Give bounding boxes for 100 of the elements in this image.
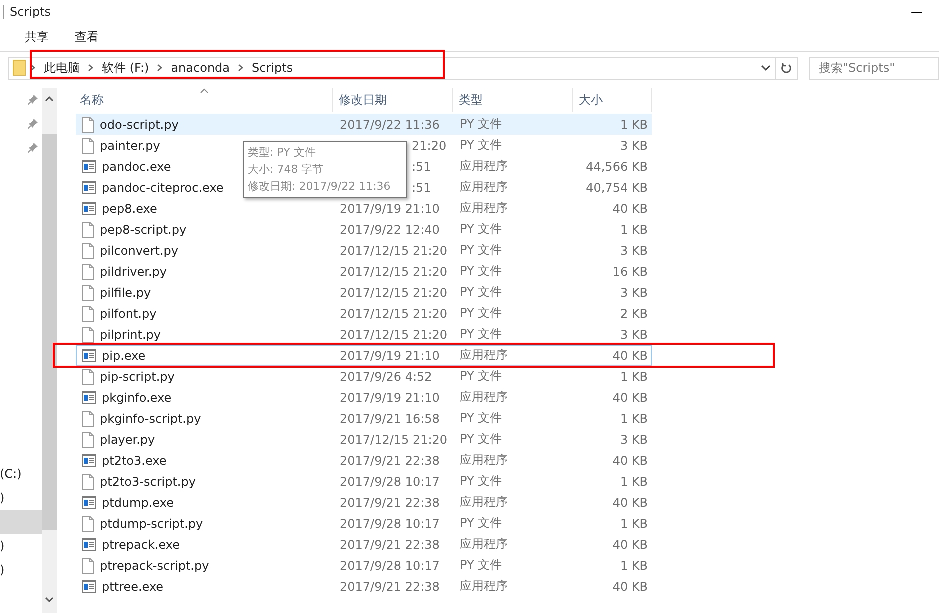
file-name[interactable]: pkginfo-script.py: [100, 412, 202, 426]
document-icon: [82, 138, 94, 154]
modified-date: 2017/12/15 21:20: [339, 328, 448, 342]
refresh-icon: [781, 62, 792, 74]
document-icon: [82, 264, 94, 280]
file-name[interactable]: pt2to3-script.py: [100, 474, 196, 488]
modified-date: :51: [411, 160, 432, 174]
modified-date: 2017/9/26 4:52: [339, 370, 432, 384]
file-size: 1 KB: [619, 474, 649, 488]
document-icon: [82, 558, 94, 574]
file-name[interactable]: ptrepack-script.py: [100, 558, 210, 572]
modified-date: 2017/12/15 21:20: [339, 244, 448, 258]
file-type: PY 文件: [459, 284, 504, 301]
file-name[interactable]: odo-script.py: [100, 118, 179, 132]
nav-item[interactable]: ): [0, 486, 42, 510]
scroll-down-icon[interactable]: [45, 597, 54, 603]
file-name[interactable]: player.py: [100, 432, 156, 446]
file-type: PY 文件: [459, 263, 504, 280]
file-name[interactable]: ptrepack.exe: [102, 538, 180, 552]
pin-icon[interactable]: [28, 143, 38, 153]
modified-date: 2017/9/19 21:10: [339, 202, 440, 216]
file-name[interactable]: pildriver.py: [100, 264, 168, 278]
file-name[interactable]: pilfont.py: [100, 306, 157, 320]
file-name[interactable]: pandoc.exe: [102, 160, 172, 174]
chevron-icon: [88, 64, 94, 72]
modified-date: 21:20: [411, 138, 447, 152]
modified-date: 2017/9/21 16:58: [339, 412, 440, 426]
address-bar[interactable]: 此电脑 软件 (F:) anaconda Scripts: [8, 56, 776, 80]
file-name[interactable]: painter.py: [100, 138, 160, 152]
document-icon: [82, 410, 94, 426]
modified-date: 2017/12/15 21:20: [339, 264, 448, 278]
file-type: PY 文件: [459, 305, 504, 322]
column-header[interactable]: 类型: [453, 88, 573, 112]
window-title: Scripts: [10, 5, 52, 19]
breadcrumb-item[interactable]: 此电脑: [39, 60, 85, 76]
file-size: 40 KB: [612, 390, 649, 404]
modified-date: 2017/9/22 12:40: [339, 222, 440, 236]
file-name[interactable]: pilprint.py: [100, 328, 162, 342]
file-size: 40 KB: [612, 202, 649, 216]
application-icon: [82, 181, 96, 194]
file-type: PY 文件: [459, 137, 504, 154]
breadcrumb-item[interactable]: Scripts: [247, 61, 298, 75]
scrollbar-thumb[interactable]: [42, 134, 57, 530]
file-size: 3 KB: [619, 286, 649, 300]
file-name[interactable]: pilfile.py: [100, 286, 152, 300]
file-size: 1 KB: [619, 118, 649, 132]
file-name[interactable]: pip.exe: [102, 348, 146, 362]
breadcrumb-item[interactable]: 软件 (F:): [97, 60, 154, 76]
file-name[interactable]: pkginfo.exe: [102, 390, 172, 404]
nav-item[interactable]: ): [0, 534, 42, 558]
file-name[interactable]: pep8.exe: [102, 202, 158, 216]
modified-date: 2017/9/21 22:38: [339, 580, 440, 594]
document-icon: [82, 284, 94, 300]
file-size: 1 KB: [619, 516, 649, 530]
file-type: 应用程序: [459, 158, 509, 175]
scrollbar[interactable]: [42, 88, 57, 613]
file-name[interactable]: ptdump-script.py: [100, 516, 204, 530]
file-type: 应用程序: [459, 200, 509, 217]
file-name[interactable]: pttree.exe: [102, 580, 164, 594]
nav-item[interactable]: (C:): [0, 462, 42, 486]
chevron-icon: [30, 64, 36, 72]
pin-icon[interactable]: [28, 119, 38, 129]
refresh-button[interactable]: [776, 56, 798, 80]
nav-item[interactable]: ): [0, 558, 42, 582]
chevron-icon: [157, 64, 164, 72]
document-icon: [82, 474, 94, 490]
file-name[interactable]: pilconvert.py: [100, 244, 178, 258]
file-name[interactable]: pip-script.py: [100, 370, 175, 384]
file-size: 40 KB: [612, 580, 649, 594]
file-type: 应用程序: [459, 536, 509, 553]
scroll-up-icon[interactable]: [45, 96, 54, 102]
file-row[interactable]: odo-script.py 2017/9/22 11:36 PY 文件 1 KB: [76, 114, 652, 135]
modified-date: 2017/9/19 21:10: [339, 348, 440, 362]
file-name[interactable]: ptdump.exe: [102, 496, 174, 510]
application-icon: [82, 391, 96, 404]
breadcrumb-item[interactable]: anaconda: [166, 61, 236, 75]
column-header[interactable]: 名称: [76, 88, 333, 112]
dropdown-icon[interactable]: [761, 64, 772, 72]
application-icon: [82, 160, 96, 173]
pin-icon[interactable]: [28, 95, 38, 105]
ribbon-tab[interactable]: 查看: [75, 29, 99, 46]
file-row[interactable]: pip.exe 2017/9/19 21:10 应用程序 40 KB: [76, 345, 652, 366]
file-size: 40 KB: [612, 496, 649, 510]
modified-date: 2017/9/28 10:17: [339, 516, 440, 530]
document-icon: [82, 326, 94, 342]
column-header[interactable]: 修改日期: [333, 88, 453, 112]
document-icon: [82, 306, 94, 322]
modified-date: 2017/12/15 21:20: [339, 286, 448, 300]
file-name[interactable]: pep8-script.py: [100, 222, 187, 236]
file-name[interactable]: pandoc-citeproc.exe: [102, 180, 224, 194]
minimize-button[interactable]: —: [903, 5, 931, 19]
search-field[interactable]: 搜索"Scripts": [809, 56, 939, 80]
column-header[interactable]: 大小: [573, 88, 652, 112]
application-icon: [82, 202, 96, 215]
modified-date: 2017/9/19 21:10: [339, 390, 440, 404]
file-type: PY 文件: [459, 326, 504, 343]
file-name[interactable]: pt2to3.exe: [102, 454, 167, 468]
modified-date: 2017/9/28 10:17: [339, 474, 440, 488]
ribbon-tab[interactable]: 共享: [25, 29, 49, 46]
file-size: 1 KB: [619, 558, 649, 572]
